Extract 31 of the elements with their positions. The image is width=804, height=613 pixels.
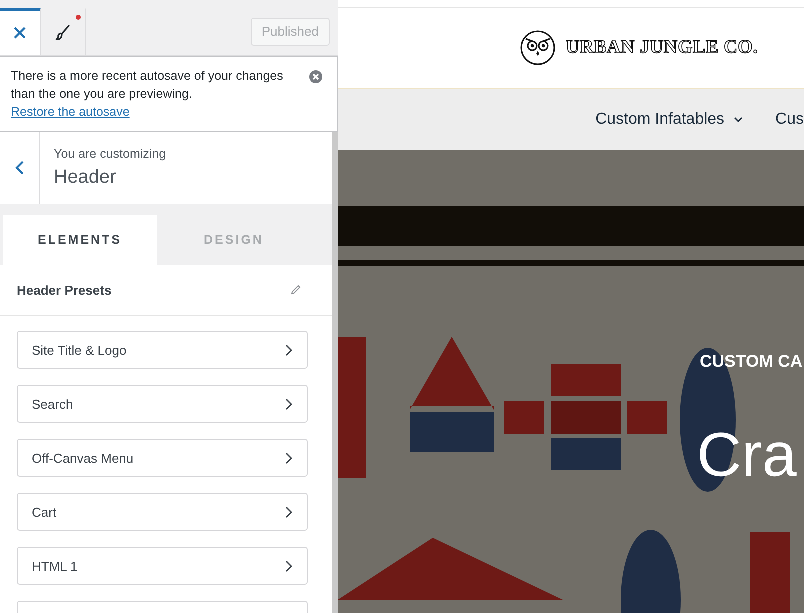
section-title: Header [54, 167, 118, 189]
chevron-icon [285, 344, 293, 356]
owl-icon [520, 30, 556, 66]
chevron-icon [285, 452, 293, 464]
presets-label: Header Presets [17, 282, 112, 298]
change-dot [76, 15, 81, 20]
chevron-icon [285, 398, 293, 410]
hero-eyebrow: CUSTOM CA [700, 352, 803, 372]
scrollbar[interactable] [332, 132, 338, 613]
element-item[interactable]: HTML 1 [17, 547, 308, 585]
chevron-icon [285, 560, 293, 572]
restore-link[interactable]: Restore the autosave [11, 105, 130, 119]
brush-icon [54, 24, 72, 42]
element-item[interactable]: Cart [17, 493, 308, 531]
site-logo-text[interactable]: URBAN JUNGLE CO. [566, 37, 758, 59]
close-icon [13, 26, 27, 40]
element-item[interactable]: Site Title & Logo [17, 331, 308, 369]
panel-tab[interactable]: ELEMENTS [3, 215, 157, 265]
dismiss-icon[interactable] [309, 70, 323, 84]
nav-link[interactable]: Custom Infatables [596, 110, 743, 128]
close-tab[interactable] [0, 8, 41, 55]
element-item[interactable]: Off-Canvas Menu [17, 439, 308, 477]
notice-text: There is a more recent autosave of your changes than the one you are previewing. Restore the autosave [11, 68, 284, 121]
hero-title: Cra [697, 420, 797, 492]
chevron-icon [285, 506, 293, 518]
caret-icon [734, 116, 743, 122]
element-item[interactable]: Search [17, 385, 308, 423]
nav-link[interactable]: Cus [776, 110, 804, 128]
back-icon [14, 160, 24, 176]
pencil-icon[interactable] [290, 284, 302, 296]
section-caption: You are customizing [54, 147, 166, 161]
